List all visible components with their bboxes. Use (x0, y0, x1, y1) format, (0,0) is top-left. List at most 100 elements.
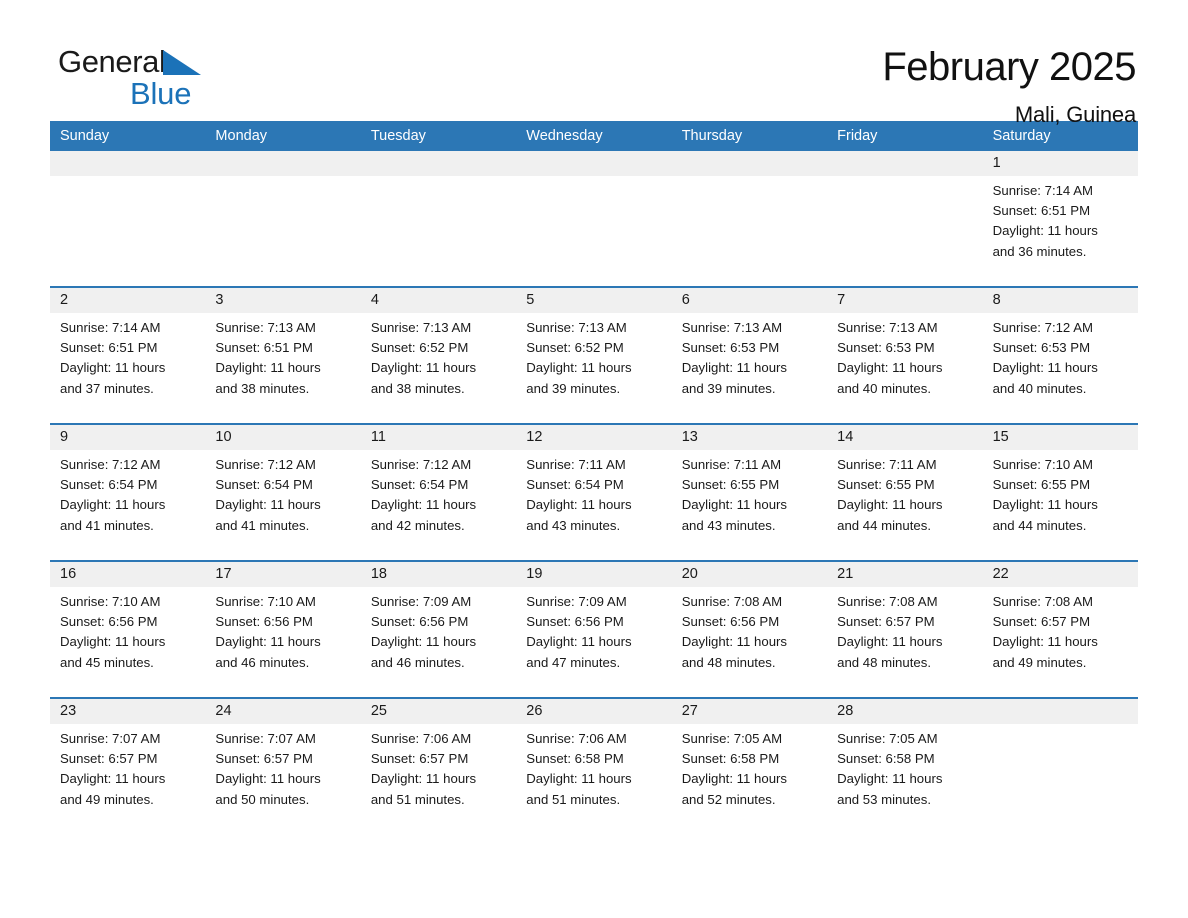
day-cell[interactable]: Sunrise: 7:09 AM Sunset: 6:56 PM Daylight:… (516, 587, 671, 697)
sunset-info: Sunset: 6:54 PM (215, 477, 313, 493)
day-cell[interactable]: Sunrise: 7:11 AM Sunset: 6:55 PM Daylight:… (672, 450, 827, 560)
day-number[interactable]: 17 (205, 562, 360, 587)
daylight-info-line1: Daylight: 11 hours (215, 771, 321, 787)
day-cell[interactable]: Sunrise: 7:11 AM Sunset: 6:55 PM Daylight:… (827, 450, 982, 560)
day-number[interactable]: 10 (205, 425, 360, 450)
sunset-info: Sunset: 6:58 PM (526, 751, 624, 767)
sunset-info: Sunset: 6:57 PM (992, 614, 1091, 630)
day-number[interactable]: 18 (361, 562, 516, 587)
day-cell[interactable]: Sunrise: 7:14 AM Sunset: 6:51 PM Daylight:… (50, 313, 205, 423)
day-number[interactable]: 3 (205, 288, 360, 313)
sunrise-info: Sunrise: 7:08 AM (681, 594, 783, 609)
daylight-info-line2: and 53 minutes. (837, 791, 931, 807)
daylight-info-line1: Daylight: 11 hours (60, 360, 166, 376)
day-number-empty (672, 151, 827, 176)
day-cell[interactable]: Sunrise: 7:12 AM Sunset: 6:53 PM Daylight:… (983, 313, 1138, 423)
day-number[interactable]: 7 (827, 288, 982, 313)
day-cell[interactable]: Sunrise: 7:06 AM Sunset: 6:58 PM Daylight:… (516, 724, 671, 834)
daylight-info-line2: and 47 minutes. (526, 654, 621, 670)
day-cell[interactable]: Sunrise: 7:09 AM Sunset: 6:56 PM Daylight:… (361, 587, 516, 697)
day-cell[interactable]: Sunrise: 7:08 AM Sunset: 6:57 PM Daylight:… (983, 587, 1138, 697)
brand-logo[interactable]: General Blue (50, 46, 258, 109)
sunrise-info: Sunrise: 7:06 AM (526, 731, 627, 746)
day-cell[interactable]: Sunrise: 7:10 AM Sunset: 6:55 PM Daylight:… (983, 450, 1138, 560)
day-number[interactable]: 25 (361, 699, 516, 724)
sunset-info: Sunset: 6:56 PM (60, 614, 158, 630)
daylight-info-line2: and 42 minutes. (370, 517, 465, 533)
daylight-info-line1: Daylight: 11 hours (370, 771, 477, 787)
day-number[interactable]: 1 (983, 151, 1138, 176)
sunrise-info: Sunrise: 7:13 AM (215, 320, 316, 335)
day-number[interactable]: 20 (672, 562, 827, 587)
daylight-info-line1: Daylight: 11 hours (60, 634, 166, 650)
day-number[interactable]: 14 (827, 425, 982, 450)
day-cell[interactable]: Sunrise: 7:12 AM Sunset: 6:54 PM Daylight:… (50, 450, 205, 560)
day-cell[interactable]: Sunrise: 7:06 AM Sunset: 6:57 PM Daylight:… (361, 724, 516, 834)
day-number[interactable]: 6 (672, 288, 827, 313)
day-cell[interactable]: Sunrise: 7:08 AM Sunset: 6:56 PM Daylight:… (672, 587, 827, 697)
sunset-info: Sunset: 6:55 PM (681, 477, 780, 493)
day-cell[interactable]: Sunrise: 7:13 AM Sunset: 6:53 PM Daylight:… (827, 313, 982, 423)
sunset-info: Sunset: 6:51 PM (60, 340, 158, 356)
day-cell[interactable]: Sunrise: 7:13 AM Sunset: 6:51 PM Daylight:… (205, 313, 360, 423)
day-number[interactable]: 5 (516, 288, 671, 313)
week-date-bar: 1 (50, 151, 1138, 176)
daylight-info-line2: and 40 minutes. (992, 380, 1087, 396)
day-number[interactable]: 22 (983, 562, 1138, 587)
daylight-info-line1: Daylight: 11 hours (992, 497, 1098, 513)
daylight-info-line1: Daylight: 11 hours (992, 634, 1098, 650)
day-number[interactable]: 9 (50, 425, 205, 450)
day-cell[interactable]: Sunrise: 7:05 AM Sunset: 6:58 PM Daylight:… (827, 724, 982, 834)
day-number[interactable]: 12 (516, 425, 671, 450)
day-cell[interactable]: Sunrise: 7:13 AM Sunset: 6:52 PM Daylight:… (361, 313, 516, 423)
day-cell[interactable]: Sunrise: 7:13 AM Sunset: 6:53 PM Daylight:… (672, 313, 827, 423)
week-date-bar: 16 17 18 19 20 21 22 (50, 562, 1138, 587)
day-number[interactable]: 15 (983, 425, 1138, 450)
day-cell[interactable]: Sunrise: 7:08 AM Sunset: 6:57 PM Daylight:… (827, 587, 982, 697)
sunrise-info: Sunrise: 7:09 AM (370, 594, 472, 609)
day-cell[interactable]: Sunrise: 7:10 AM Sunset: 6:56 PM Daylight:… (50, 587, 205, 697)
day-number[interactable]: 21 (827, 562, 982, 587)
day-number[interactable]: 27 (672, 699, 827, 724)
day-cell[interactable]: Sunrise: 7:12 AM Sunset: 6:54 PM Daylight:… (361, 450, 516, 560)
day-number[interactable]: 2 (50, 288, 205, 313)
day-number[interactable]: 24 (205, 699, 360, 724)
day-number[interactable]: 19 (516, 562, 671, 587)
day-number[interactable]: 23 (50, 699, 205, 724)
day-cell-empty (672, 176, 827, 286)
calendar-page: General Blue February 2025 Mali, Guinea … (0, 0, 1188, 918)
day-number-empty (361, 151, 516, 176)
sunset-info: Sunset: 6:54 PM (60, 477, 158, 493)
daylight-info-line1: Daylight: 11 hours (526, 771, 632, 787)
day-cell[interactable]: Sunrise: 7:10 AM Sunset: 6:56 PM Daylight:… (205, 587, 360, 697)
sunrise-info: Sunrise: 7:12 AM (992, 320, 1093, 335)
day-number[interactable]: 16 (50, 562, 205, 587)
daylight-info-line2: and 43 minutes. (681, 517, 776, 533)
day-number[interactable]: 13 (672, 425, 827, 450)
daylight-info-line2: and 46 minutes. (370, 654, 465, 670)
day-cell-empty (50, 176, 205, 286)
day-cell[interactable]: Sunrise: 7:07 AM Sunset: 6:57 PM Daylight:… (205, 724, 360, 834)
daylight-info-line1: Daylight: 11 hours (837, 634, 943, 650)
daylight-info-line1: Daylight: 11 hours (370, 497, 477, 513)
daylight-info-line2: and 38 minutes. (370, 380, 465, 396)
day-number[interactable]: 26 (516, 699, 671, 724)
day-number[interactable]: 11 (361, 425, 516, 450)
day-cell[interactable]: Sunrise: 7:13 AM Sunset: 6:52 PM Daylight:… (516, 313, 671, 423)
day-number[interactable]: 8 (983, 288, 1138, 313)
daylight-info-line2: and 39 minutes. (526, 380, 621, 396)
daylight-info-line1: Daylight: 11 hours (837, 497, 943, 513)
sunset-info: Sunset: 6:58 PM (681, 751, 780, 767)
sunrise-info: Sunrise: 7:08 AM (837, 594, 938, 609)
triangle-icon (162, 50, 201, 75)
day-cell[interactable]: Sunrise: 7:05 AM Sunset: 6:58 PM Daylight:… (672, 724, 827, 834)
day-number[interactable]: 28 (827, 699, 982, 724)
day-cell[interactable]: Sunrise: 7:11 AM Sunset: 6:54 PM Daylight:… (516, 450, 671, 560)
day-cell[interactable]: Sunrise: 7:12 AM Sunset: 6:54 PM Daylight:… (205, 450, 360, 560)
day-number[interactable]: 4 (361, 288, 516, 313)
brand-name-blue: Blue (130, 76, 192, 111)
sunset-info: Sunset: 6:52 PM (370, 340, 469, 356)
day-cell[interactable]: Sunrise: 7:14 AM Sunset: 6:51 PM Daylight:… (983, 176, 1138, 286)
day-cell[interactable]: Sunrise: 7:07 AM Sunset: 6:57 PM Daylight:… (50, 724, 205, 834)
sunset-info: Sunset: 6:56 PM (681, 614, 780, 630)
